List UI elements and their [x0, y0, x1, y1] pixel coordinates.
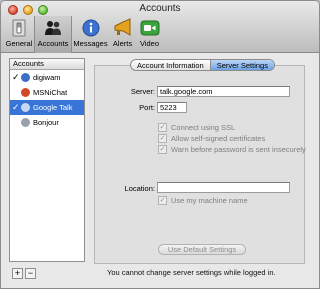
accounts-window: Accounts General Accounts Messages Alert… — [0, 0, 320, 289]
use-machine-name-checkbox[interactable]: ✓ — [158, 196, 167, 205]
toolbar-messages-button[interactable]: Messages — [72, 16, 109, 53]
add-account-button[interactable]: + — [12, 268, 23, 279]
allow-self-signed-label: Allow self-signed certificates — [171, 134, 266, 143]
port-field[interactable]: 5223 — [157, 102, 187, 113]
settings-tabs: Account Information Server Settings — [130, 59, 275, 71]
megaphone-icon — [114, 18, 130, 36]
remove-account-button[interactable]: − — [25, 268, 36, 279]
status-message: You cannot change server settings while … — [107, 268, 276, 277]
tab-account-information[interactable]: Account Information — [131, 60, 210, 70]
window-title: Accounts — [139, 3, 181, 14]
location-label: Location: — [124, 184, 155, 193]
warn-password-checkbox[interactable]: ✓ — [158, 145, 167, 154]
people-icon — [45, 21, 61, 35]
account-name: Bonjour — [33, 118, 59, 127]
toolbar-general-button[interactable]: General — [4, 16, 34, 53]
toolbar-messages-label: Messages — [73, 39, 108, 48]
bonjour-service-icon — [21, 118, 30, 127]
jabber-service-icon — [21, 88, 30, 97]
account-item-msnichat[interactable]: MSNiChat — [10, 85, 84, 100]
account-name: MSNiChat — [33, 88, 68, 97]
checkmark-icon[interactable]: ✓ — [12, 70, 20, 85]
checkmark-icon[interactable]: ✓ — [12, 100, 20, 115]
aim-service-icon — [21, 73, 30, 82]
allow-self-signed-checkbox[interactable]: ✓ — [158, 134, 167, 143]
use-machine-name-label: Use my machine name — [171, 196, 248, 205]
account-item-google-talk[interactable]: ✓ Google Talk — [10, 100, 84, 115]
server-settings-panel: Server: talk.google.com Port: 5223 ✓ Con… — [94, 65, 306, 264]
warn-password-label: Warn before password is sent insecurely — [171, 145, 306, 154]
video-camera-icon — [140, 20, 159, 36]
server-field[interactable]: talk.google.com — [157, 86, 290, 97]
tab-server-settings[interactable]: Server Settings — [209, 60, 274, 70]
connect-ssl-label: Connect using SSL — [171, 123, 236, 132]
toolbar-accounts-label: Accounts — [37, 39, 69, 48]
accounts-list-header: Accounts — [10, 59, 84, 70]
info-bubble-icon — [82, 19, 99, 37]
light-switch-icon — [12, 19, 26, 37]
toolbar-alerts-label: Alerts — [112, 39, 133, 48]
account-name: Google Talk — [33, 103, 73, 112]
toolbar: Accounts General Accounts Messages Alert… — [1, 1, 319, 53]
toolbar-video-label: Video — [139, 39, 160, 48]
account-name: digiwam — [33, 73, 61, 82]
server-label: Server: — [130, 87, 155, 96]
location-field[interactable] — [157, 182, 290, 193]
google-talk-service-icon — [21, 103, 30, 112]
toolbar-alerts-button[interactable]: Alerts — [109, 16, 136, 53]
port-label: Port: — [139, 103, 155, 112]
account-item-bonjour[interactable]: Bonjour — [10, 115, 84, 130]
use-default-settings-button[interactable]: Use Default Settings — [158, 244, 246, 255]
account-item-digiwam[interactable]: ✓ digiwam — [10, 70, 84, 85]
accounts-list[interactable]: Accounts ✓ digiwam MSNiChat ✓ Google Tal… — [9, 58, 85, 262]
connect-ssl-checkbox[interactable]: ✓ — [158, 123, 167, 132]
toolbar-video-button[interactable]: Video — [136, 16, 163, 53]
toolbar-accounts-button[interactable]: Accounts — [34, 16, 72, 53]
toolbar-general-label: General — [5, 39, 33, 48]
